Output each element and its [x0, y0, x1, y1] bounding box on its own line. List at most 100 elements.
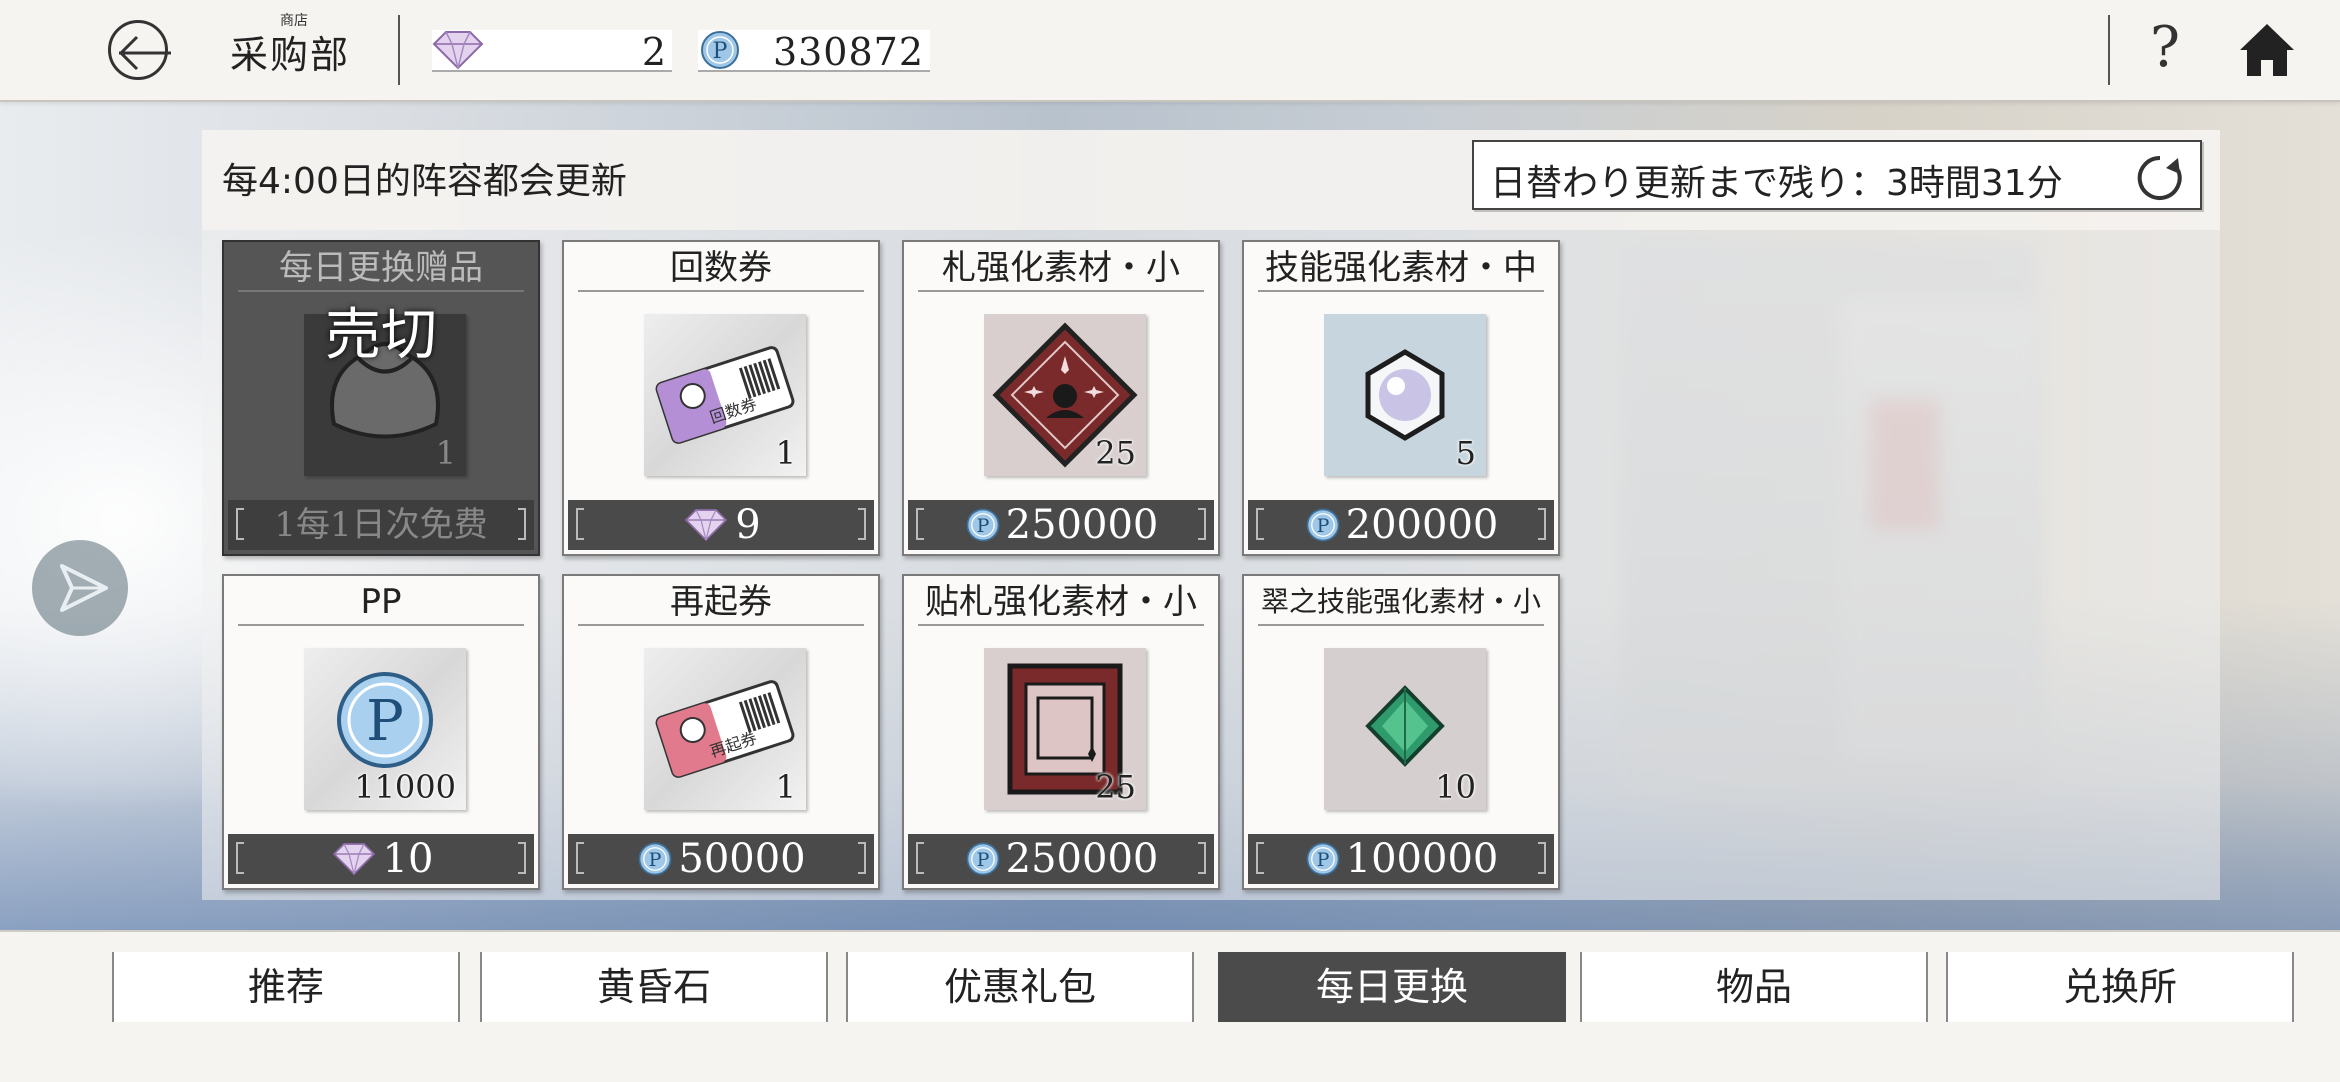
- svg-text:P: P: [713, 39, 728, 64]
- bracket-right: [858, 508, 866, 540]
- price-bar: 1每1日次免费: [228, 500, 534, 550]
- price-content: P 100000: [1304, 834, 1499, 884]
- tab-recommended[interactable]: 推荐: [112, 952, 460, 1022]
- price-bar: 10: [228, 834, 534, 884]
- bracket-right: [1198, 508, 1206, 540]
- price-bar: 9: [568, 500, 874, 550]
- bracket-right: [518, 508, 526, 540]
- item-icon-frame: 25: [984, 648, 1146, 810]
- price-value: 200000: [1345, 502, 1499, 548]
- item-quantity: 1: [435, 434, 456, 472]
- p-coin-icon: P: [638, 842, 672, 876]
- price-value: 50000: [678, 836, 806, 882]
- back-button[interactable]: [108, 20, 171, 80]
- refresh-timer[interactable]: 日替わり更新まで残り：3時間31分: [1472, 140, 2202, 210]
- price-content: 10: [329, 834, 434, 884]
- bracket-left: [1256, 842, 1264, 874]
- item-quantity: 25: [1095, 434, 1136, 472]
- price-value: 100000: [1345, 836, 1499, 882]
- tab-exchange-shop[interactable]: 兑换所: [1946, 952, 2294, 1022]
- bracket-left: [916, 508, 924, 540]
- item-icon-frame: 5: [1324, 314, 1486, 476]
- refresh-timer-text: 日替わり更新まで残り：3時間31分: [1490, 163, 2063, 204]
- shop-item-card[interactable]: 札强化素材・小 25 P 250000: [902, 240, 1220, 556]
- item-quantity: 5: [1455, 434, 1476, 472]
- item-icon-frame: 25: [984, 314, 1146, 476]
- top-bar: 商店 采购部 2 P 330872 ?: [0, 0, 2340, 102]
- item-icon-frame: P 11000: [304, 648, 466, 810]
- back-arrow-icon: [118, 35, 171, 71]
- item-title: 札强化素材・小: [918, 246, 1204, 292]
- svg-text:P: P: [1316, 515, 1329, 537]
- item-title: 技能强化素材・中: [1258, 246, 1544, 292]
- price-value: 10: [382, 836, 434, 882]
- price-bar: P 250000: [908, 500, 1214, 550]
- bracket-right: [1538, 842, 1546, 874]
- gem-icon: [332, 843, 375, 876]
- price-content: P 250000: [964, 834, 1159, 884]
- bracket-right: [1538, 508, 1546, 540]
- price-value: 9: [735, 502, 761, 548]
- category-tab-bar: 推荐 黄昏石 优惠礼包 每日更换 物品 兑换所: [0, 930, 2340, 1082]
- item-title: 贴札强化素材・小: [918, 580, 1204, 626]
- page-title: 采购部: [230, 33, 351, 77]
- price-value: 1每1日次免费: [274, 505, 488, 545]
- bracket-left: [236, 842, 244, 874]
- svg-text:P: P: [1316, 849, 1329, 871]
- gem-balance: 2: [432, 30, 672, 74]
- item-quantity: 1: [775, 768, 796, 806]
- gem-icon: [685, 509, 728, 542]
- refresh-icon: [2137, 155, 2182, 200]
- price-content: P 250000: [964, 500, 1159, 550]
- shop-item-card[interactable]: PP P 11000 10: [222, 574, 540, 890]
- send-arrow-icon: [60, 564, 108, 612]
- p-coin-icon: P: [966, 842, 1000, 876]
- price-content: P 50000: [636, 834, 806, 884]
- bracket-left: [916, 842, 924, 874]
- price-value: 250000: [1005, 836, 1159, 882]
- shop-item-card[interactable]: 技能强化素材・中 5 P 200000: [1242, 240, 1560, 556]
- header-divider: [398, 15, 400, 85]
- price-content: 1每1日次免费: [274, 500, 487, 550]
- p-coin-icon: P: [966, 508, 1000, 542]
- tab-twilight-stone[interactable]: 黄昏石: [480, 952, 828, 1022]
- shop-item-card[interactable]: 每日更换赠品 1 売切 1每1日次免费: [222, 240, 540, 556]
- gem-icon: [432, 31, 484, 70]
- pcoin-count: 330872: [772, 30, 924, 74]
- svg-text:P: P: [366, 689, 404, 754]
- tab-daily-exchange[interactable]: 每日更换: [1218, 952, 1566, 1022]
- header-divider: [2108, 15, 2110, 85]
- p-coin-icon: P: [1306, 842, 1340, 876]
- item-quantity: 11000: [354, 768, 456, 806]
- pcoin-balance: P 330872: [698, 30, 930, 74]
- shop-item-card[interactable]: 回数券 回数券 1 9: [562, 240, 880, 556]
- help-button[interactable]: ?: [2150, 18, 2180, 78]
- tab-items[interactable]: 物品: [1580, 952, 1928, 1022]
- svg-text:P: P: [976, 849, 989, 871]
- item-quantity: 10: [1435, 768, 1476, 806]
- shop-info-bar: 每4:00日的阵容都会更新 日替わり更新まで残り：3時間31分: [202, 130, 2220, 230]
- refresh-note: 每4:00日的阵容都会更新: [222, 161, 627, 202]
- gem-count: 2: [641, 30, 666, 74]
- shop-item-card[interactable]: 翠之技能强化素材・小 10 P 100000: [1242, 574, 1560, 890]
- item-quantity: 1: [775, 434, 796, 472]
- item-icon-frame: 再起券 1: [644, 648, 806, 810]
- home-button[interactable]: [2238, 22, 2296, 82]
- price-bar: P 250000: [908, 834, 1214, 884]
- p-coin-icon: P: [1306, 508, 1340, 542]
- side-menu-arrow-button[interactable]: [32, 540, 128, 636]
- bracket-left: [1256, 508, 1264, 540]
- item-title: 再起券: [578, 580, 864, 626]
- bracket-right: [858, 842, 866, 874]
- item-icon-frame: 10: [1324, 648, 1486, 810]
- price-value: 250000: [1005, 502, 1159, 548]
- price-bar: P 200000: [1248, 500, 1554, 550]
- shop-item-card[interactable]: 再起券再起券 1 P 50000: [562, 574, 880, 890]
- svg-text:P: P: [649, 849, 662, 871]
- tab-bundles[interactable]: 优惠礼包: [846, 952, 1194, 1022]
- shop-item-card[interactable]: 贴札强化素材・小 25 P 250000: [902, 574, 1220, 890]
- item-title: 翠之技能强化素材・小: [1258, 580, 1544, 626]
- item-quantity: 25: [1095, 768, 1136, 806]
- item-title: 每日更换赠品: [238, 246, 524, 292]
- item-title: 回数券: [578, 246, 864, 292]
